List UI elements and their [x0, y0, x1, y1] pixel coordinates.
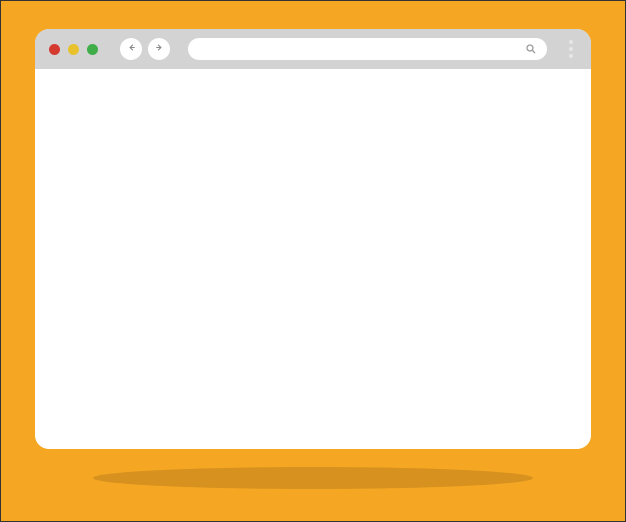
browser-toolbar	[35, 29, 591, 69]
minimize-button[interactable]	[68, 44, 79, 55]
traffic-lights	[49, 44, 98, 55]
window-shadow	[93, 467, 533, 489]
arrow-right-icon	[154, 40, 165, 58]
close-button[interactable]	[49, 44, 60, 55]
search-icon	[525, 43, 537, 55]
arrow-left-icon	[126, 40, 137, 58]
menu-button[interactable]	[565, 36, 577, 62]
nav-buttons	[120, 38, 170, 60]
maximize-button[interactable]	[87, 44, 98, 55]
back-button[interactable]	[120, 38, 142, 60]
forward-button[interactable]	[148, 38, 170, 60]
content-area	[35, 69, 591, 449]
address-bar[interactable]	[188, 38, 547, 60]
browser-window	[35, 29, 591, 449]
dots-vertical-icon	[569, 40, 573, 58]
